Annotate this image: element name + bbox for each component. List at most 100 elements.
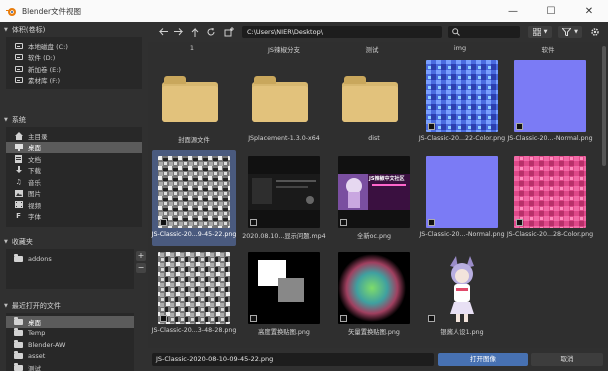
close-button[interactable]: ✕ (570, 0, 608, 22)
path-input[interactable]: C:\Users\NIER\Desktop\ (242, 26, 442, 38)
footer-bar: JS-Classic-2020-08-10-09-45-22.png 打开图像 … (148, 348, 608, 371)
folder-tile[interactable]: JSplacement-1.3.0-x64 (242, 54, 326, 150)
bookmarks-header[interactable]: ▼ 收藏夹 (0, 235, 148, 249)
sidebar-item-label: 桌面 (28, 318, 41, 327)
grid-view-icon (532, 28, 541, 36)
sidebar-item-downloads[interactable]: 下载 (6, 165, 142, 177)
image-icon (160, 219, 167, 226)
volumes-list: 本地磁盘 (C:) 软件 (D:) 新加卷 (E:) 素材库 (F:) (6, 37, 142, 89)
filename-input[interactable]: JS-Classic-2020-08-10-09-45-22.png (152, 353, 434, 366)
folder-icon (14, 339, 23, 348)
image-icon (14, 189, 23, 197)
image-icon (340, 219, 347, 226)
file-name: 矢量置换贴图.png (348, 329, 400, 336)
title-bar: Blender文件视图 — ☐ ✕ (0, 0, 608, 22)
refresh-button[interactable] (204, 25, 218, 39)
collapse-arrow-icon: ▼ (4, 303, 8, 309)
sidebar-item-drive-e[interactable]: 新加卷 (E:) (6, 63, 142, 75)
image-tile[interactable]: JS辣椒中文社区 全新oc.png (332, 150, 416, 246)
new-folder-button[interactable] (222, 25, 236, 39)
file-name: JSplacement-1.3.0-x64 (248, 135, 320, 142)
back-button[interactable] (156, 25, 170, 39)
view-mode-dropdown[interactable]: ▼ (528, 26, 552, 38)
banner-thumbnail: JS辣椒中文社区 (338, 156, 410, 228)
file-name: JS-Classic-20...9-45-22.png (151, 231, 237, 238)
normal-map-thumbnail (426, 156, 498, 228)
sidebar-item-videos[interactable]: 视频 (6, 199, 142, 211)
folder-icon (14, 351, 23, 360)
image-icon (160, 315, 167, 322)
document-icon (14, 154, 23, 163)
sidebar-item-drive-f[interactable]: 素材库 (F:) (6, 75, 142, 87)
sidebar-item-label: 桌面 (28, 144, 41, 153)
bookmarks-header-label: 收藏夹 (11, 238, 33, 246)
image-tile[interactable]: JS-Classic-20...3-48-28.png (152, 246, 236, 342)
file-name: JS-Classic-20...-Normal.png (507, 135, 593, 142)
image-tile[interactable]: JS-Classic-20...22-Color.png (419, 54, 505, 150)
sidebar-item-recent-test[interactable]: 测试 (6, 362, 134, 371)
volumes-header[interactable]: ▼ 体积(卷标) (0, 23, 148, 37)
toolbar: C:\Users\NIER\Desktop\ ▼ ▼ (148, 22, 608, 42)
sidebar-item-drive-d[interactable]: 软件 (D:) (6, 52, 142, 64)
drive-icon (14, 65, 23, 72)
file-name: 2020.08.10...显示问题.mp4 (242, 233, 326, 240)
sidebar-item-documents[interactable]: 文档 (6, 153, 142, 165)
image-tile-selected[interactable]: JS-Classic-20...9-45-22.png (152, 150, 236, 246)
file-label: 1 (189, 44, 195, 52)
arrow-left-icon (158, 28, 168, 36)
settings-button[interactable] (588, 26, 602, 38)
sidebar-item-label: 字体 (28, 213, 41, 222)
system-list: 主目录 桌面 文档 下载 ♫ 音乐 图片 视频 F 字体 (6, 127, 142, 227)
remove-bookmark-button[interactable]: − (136, 263, 146, 273)
add-bookmark-button[interactable]: + (136, 251, 146, 261)
file-name: 银酱人设1.png (440, 329, 484, 336)
folder-tile[interactable]: dist (332, 54, 416, 150)
sidebar-item-addons[interactable]: addons (6, 253, 134, 265)
recent-header[interactable]: ▼ 最近打开的文件 (0, 299, 148, 313)
volumes-header-label: 体积(卷标) (11, 26, 46, 34)
sidebar-item-drive-c[interactable]: 本地磁盘 (C:) (6, 40, 142, 52)
scrollbar[interactable] (602, 46, 606, 166)
sidebar-item-desktop[interactable]: 桌面 (6, 141, 142, 153)
collapse-arrow-icon: ▼ (4, 239, 8, 245)
image-tile[interactable]: JS-Classic-20...-Normal.png (419, 150, 505, 246)
sidebar-item-music[interactable]: ♫ 音乐 (6, 176, 142, 188)
sidebar-item-recent-asset[interactable]: asset (6, 351, 134, 363)
file-name: 封面源文件 (178, 137, 210, 144)
filter-dropdown[interactable]: ▼ (558, 26, 582, 38)
file-label: 软件 (541, 46, 555, 54)
download-icon (14, 166, 23, 174)
folder-tile[interactable]: 封面源文件 (152, 54, 236, 150)
system-header[interactable]: ▼ 系统 (0, 113, 148, 127)
image-tile[interactable]: 银酱人设1.png (420, 246, 504, 342)
image-tile[interactable]: 矢量置换贴图.png (332, 246, 416, 342)
image-tile[interactable]: 高度置换贴图.png (242, 246, 326, 342)
video-tile[interactable]: 2020.08.10...显示问题.mp4 (242, 150, 326, 246)
texture-thumbnail (158, 252, 230, 324)
maximize-button[interactable]: ☐ (532, 0, 570, 22)
image-tile[interactable]: JS-Classic-20...28-Color.png (507, 150, 593, 246)
video-thumbnail (248, 156, 320, 228)
sidebar-item-home[interactable]: 主目录 (6, 130, 142, 142)
sidebar-item-label: 软件 (D:) (28, 54, 56, 63)
sidebar-item-recent-desktop[interactable]: 桌面 (6, 316, 134, 328)
minimize-button[interactable]: — (494, 0, 532, 22)
system-header-label: 系统 (11, 116, 26, 124)
drive-icon (14, 42, 23, 49)
image-tile[interactable]: JS-Classic-20...-Normal.png (507, 54, 593, 150)
sidebar-item-recent-temp[interactable]: Temp (6, 328, 134, 340)
file-label: JS辣椒分支 (267, 46, 301, 54)
filter-icon (562, 28, 572, 36)
file-name: JS-Classic-20...-Normal.png (419, 231, 505, 238)
open-image-button[interactable]: 打开图像 (438, 353, 528, 366)
sidebar-item-fonts[interactable]: F 字体 (6, 211, 142, 223)
height-map-thumbnail (248, 252, 320, 324)
sidebar-item-label: asset (28, 352, 46, 361)
texture-thumbnail (158, 156, 230, 228)
search-input[interactable] (448, 26, 520, 38)
sidebar-item-pictures[interactable]: 图片 (6, 188, 142, 200)
parent-directory-button[interactable] (188, 25, 202, 39)
cancel-button[interactable]: 取消 (531, 353, 603, 366)
forward-button[interactable] (172, 25, 186, 39)
sidebar-item-recent-blender-aw[interactable]: Blender-AW (6, 339, 134, 351)
